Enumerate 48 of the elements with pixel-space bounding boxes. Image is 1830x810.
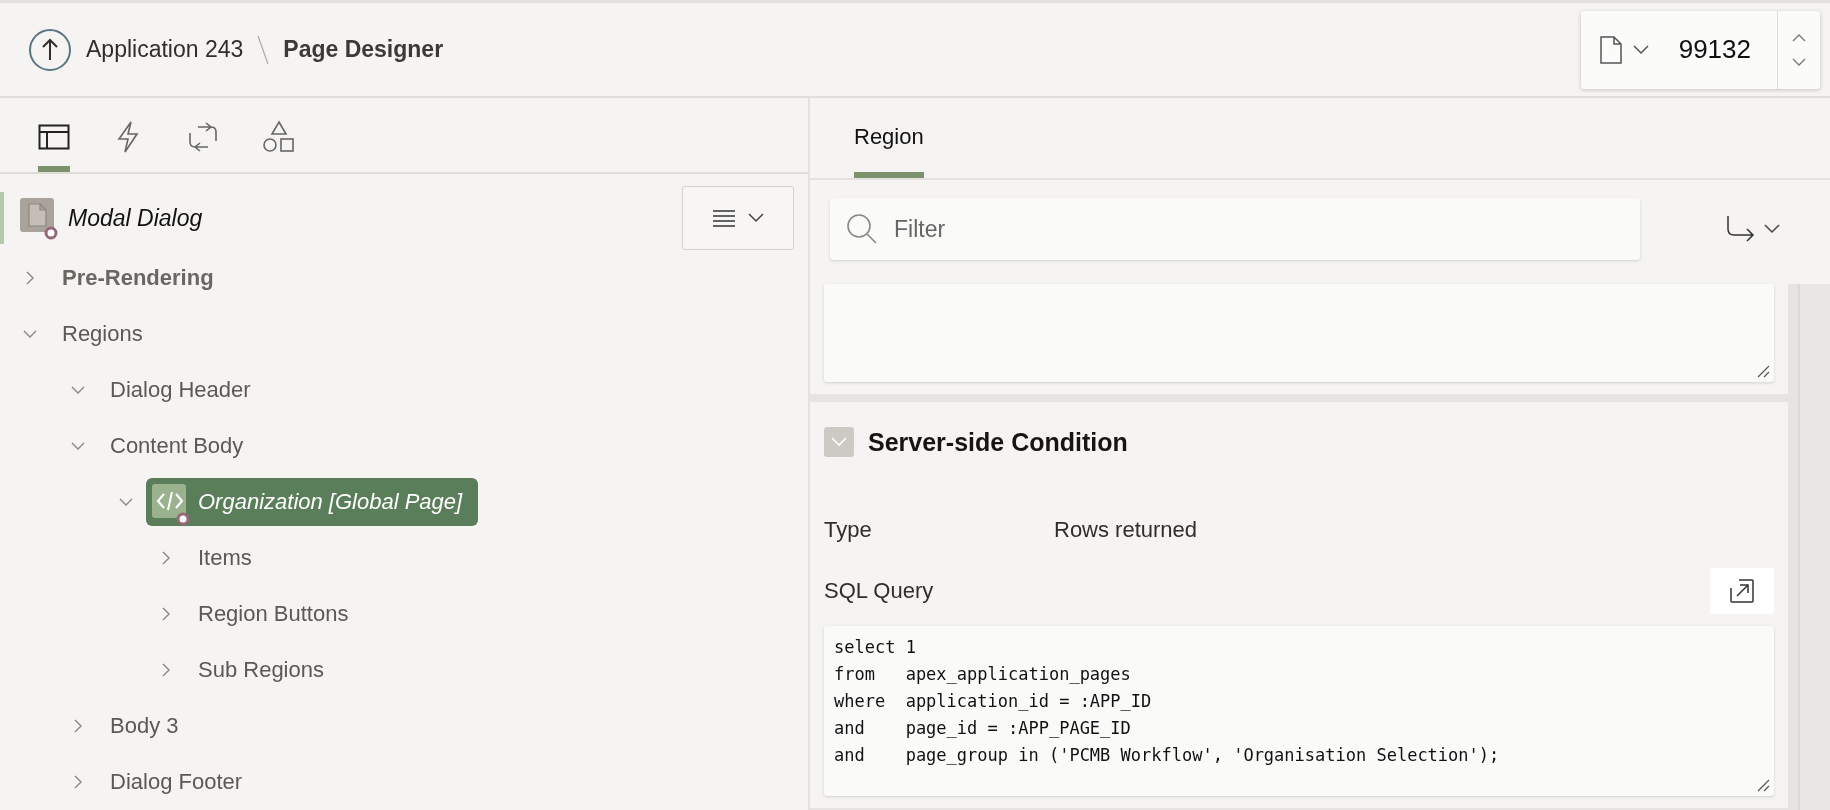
chevron-down-icon[interactable] (1792, 57, 1806, 67)
field-label: Type (824, 517, 873, 543)
tree-node[interactable]: Dialog Header (110, 373, 251, 407)
tree-node[interactable]: Content Body (110, 429, 244, 463)
shapes-icon (262, 120, 296, 154)
tree-node[interactable]: Items (198, 541, 252, 575)
page-number: 99132 (1678, 34, 1752, 65)
tree-node[interactable]: Pre-Rendering (62, 261, 214, 295)
page-title: Page Designer (283, 36, 444, 63)
scrollbar[interactable] (1798, 284, 1830, 810)
menu-icon (712, 209, 736, 227)
expand-icon (1729, 578, 1755, 604)
expand-button[interactable] (1710, 568, 1774, 614)
tree-node[interactable]: Dialog Footer (110, 765, 243, 799)
code-icon (150, 482, 190, 526)
page-icon (1598, 34, 1623, 65)
tree-node[interactable]: Organization [Global Page] (146, 478, 479, 526)
go-to-button[interactable] (1726, 215, 1780, 243)
field-label: SQL Query (824, 578, 935, 604)
sync-icon (186, 121, 220, 153)
breadcrumb-link[interactable]: Application 243 (86, 36, 244, 63)
filter-field[interactable]: Filter (830, 198, 1640, 260)
tree-node[interactable]: Region Buttons (198, 597, 349, 631)
chevron-down-icon (829, 436, 849, 448)
tree-node[interactable]: Sub Regions (198, 653, 324, 687)
resize-grip-icon (1756, 364, 1770, 378)
field-value[interactable]: Rows returned (1054, 517, 1198, 543)
menu-button[interactable] (682, 186, 794, 250)
tree-root[interactable]: Modal Dialog (68, 204, 203, 232)
section-title: Server-side Condition (868, 427, 1128, 457)
page-icon (18, 196, 58, 240)
tab[interactable]: Region (854, 124, 924, 178)
search-icon (846, 213, 878, 245)
page-selector[interactable]: 99132 (1580, 10, 1820, 89)
collapse-toggle[interactable] (824, 427, 854, 457)
tree-node[interactable]: Regions (62, 317, 143, 351)
separator-icon (257, 34, 270, 65)
caret-icon (1632, 44, 1649, 55)
chevron-up-icon[interactable] (1792, 32, 1806, 42)
layout-icon (38, 124, 70, 150)
tree-node[interactable]: Body 3 (110, 709, 179, 743)
turn-arrow-icon (1726, 215, 1756, 243)
resize-grip-icon (1756, 778, 1770, 792)
code-editor[interactable]: select 1 from apex_application_pages where application_id = :APP_ID and page_id = :APP_PAGE_ID and page_group in ('PCMB Workflow', 'Organisation Selection'); (824, 626, 1774, 796)
caret-icon (748, 213, 764, 223)
lightning-icon (115, 121, 141, 153)
sql-code: select 1 from apex_application_pages where application_id = :APP_ID and page_id = :APP_PAGE_ID and page_group in ('PCMB Workflow', 'Organisation Selection'); (834, 636, 1501, 767)
caret-icon (1764, 224, 1780, 234)
